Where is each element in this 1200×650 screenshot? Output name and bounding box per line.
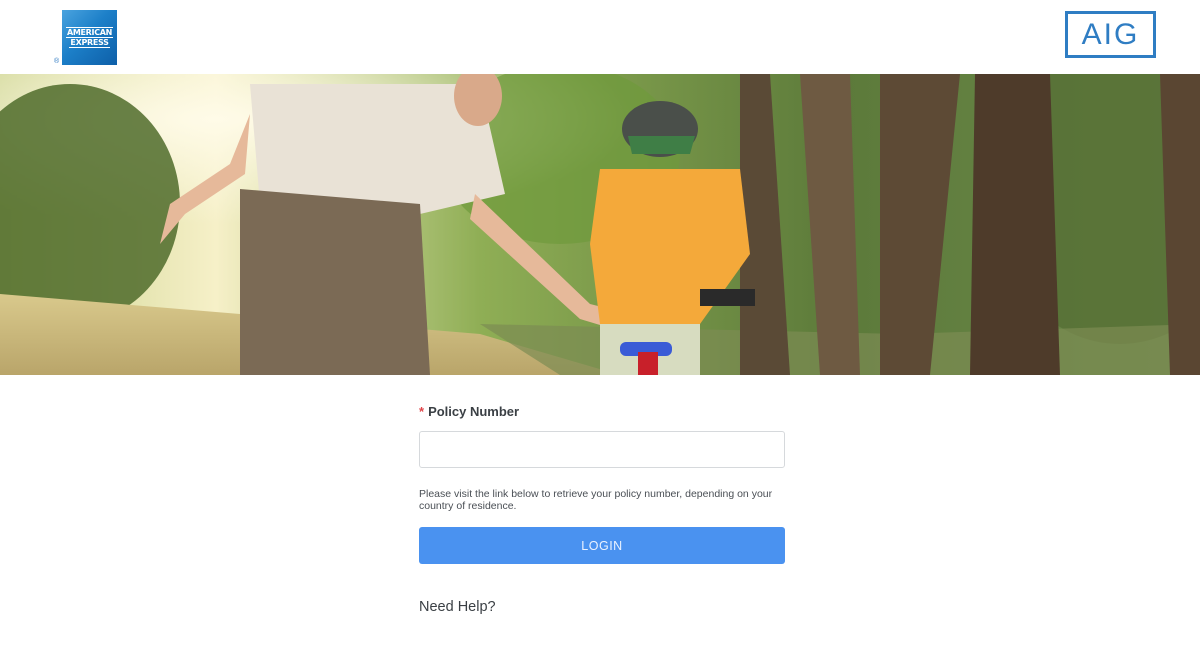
aig-logo: AIG (1065, 11, 1156, 58)
policy-number-input[interactable] (419, 431, 785, 468)
amex-logo-line2: EXPRESS (69, 37, 110, 48)
american-express-logo: AMERICAN EXPRESS (62, 10, 117, 65)
login-form: * Policy Number Please visit the link bel… (419, 403, 785, 615)
site-header: AMERICAN EXPRESS ® AIG (0, 0, 1200, 74)
hero-banner (0, 74, 1200, 375)
policy-help-text: Please visit the link below to retrieve … (419, 488, 773, 512)
need-help-link[interactable]: Need Help? (419, 599, 496, 615)
policy-number-label: * Policy Number (419, 403, 785, 421)
login-button[interactable]: LOGIN (419, 527, 785, 564)
hero-photo (0, 74, 1200, 375)
policy-number-label-text: Policy Number (428, 404, 520, 419)
required-marker: * (419, 404, 425, 419)
amex-registered-mark: ® (54, 58, 60, 65)
